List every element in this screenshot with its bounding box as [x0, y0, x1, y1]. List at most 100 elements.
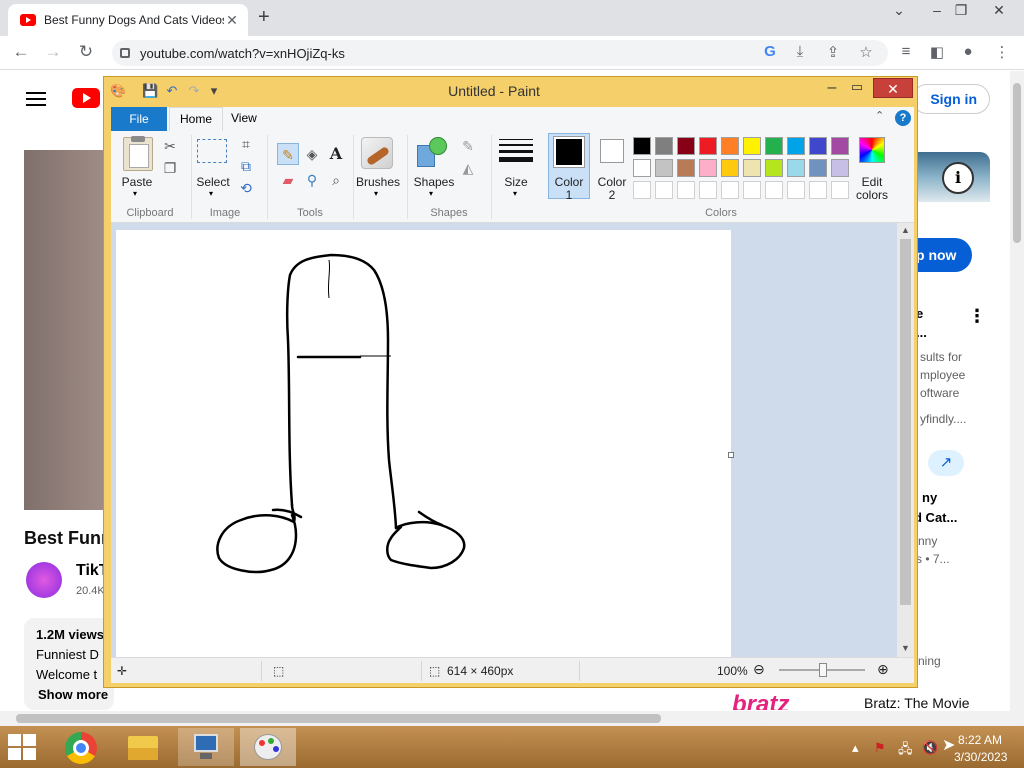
- video-player[interactable]: [24, 150, 104, 510]
- canvas-vertical-scrollbar[interactable]: ▲ ▼: [897, 223, 914, 657]
- palette-swatch[interactable]: [743, 159, 761, 177]
- brushes-icon[interactable]: [361, 137, 393, 169]
- palette-swatch[interactable]: [721, 137, 739, 155]
- drawing-canvas[interactable]: [116, 230, 731, 657]
- youtube-logo-icon[interactable]: [72, 88, 100, 108]
- zoom-out-icon[interactable]: ⊖: [753, 661, 765, 678]
- palette-swatch[interactable]: [655, 159, 673, 177]
- shapes-icon[interactable]: [417, 137, 449, 169]
- zoom-slider-thumb[interactable]: [819, 663, 827, 677]
- paste-dropdown-icon[interactable]: ▾: [133, 189, 137, 198]
- palette-swatch[interactable]: [831, 159, 849, 177]
- paste-button[interactable]: Paste: [115, 175, 159, 189]
- palette-swatch[interactable]: [699, 137, 717, 155]
- hamburger-menu-icon[interactable]: [26, 88, 46, 110]
- recommended-title[interactable]: Bratz: The Movie: [864, 695, 970, 711]
- palette-swatch[interactable]: [831, 137, 849, 155]
- profile-avatar-icon[interactable]: ●: [958, 43, 978, 60]
- info-icon[interactable]: i: [942, 162, 974, 194]
- palette-swatch[interactable]: [633, 137, 651, 155]
- text-tool-icon[interactable]: A: [325, 143, 347, 165]
- horizontal-scrollbar[interactable]: [0, 711, 1024, 726]
- bookmark-star-icon[interactable]: ☆: [856, 43, 876, 61]
- resize-icon[interactable]: ⧉: [235, 155, 257, 177]
- palette-swatch[interactable]: [809, 137, 827, 155]
- palette-swatch[interactable]: [765, 159, 783, 177]
- eraser-icon[interactable]: ▰: [277, 169, 299, 191]
- home-tab[interactable]: Home: [169, 107, 223, 131]
- google-lens-icon[interactable]: G: [760, 43, 780, 60]
- edit-colors-icon[interactable]: [859, 137, 885, 163]
- window-close-icon[interactable]: ✕: [984, 2, 1014, 19]
- tab-close-icon[interactable]: ✕: [224, 12, 240, 29]
- canvas-workspace[interactable]: ▲ ▼: [111, 223, 914, 657]
- outline-icon[interactable]: ✎: [457, 135, 479, 157]
- color-picker-icon[interactable]: ⚲: [301, 169, 323, 191]
- edit-colors-button[interactable]: Edit: [849, 175, 895, 189]
- view-tab[interactable]: View: [231, 111, 257, 125]
- canvas-resize-handle[interactable]: [728, 452, 734, 458]
- palette-swatch[interactable]: [787, 159, 805, 177]
- fill-icon[interactable]: ◭: [457, 157, 479, 179]
- rotate-icon[interactable]: ⟲: [235, 177, 257, 199]
- palette-swatch[interactable]: [743, 137, 761, 155]
- color1-swatch[interactable]: [553, 136, 585, 168]
- brushes-dropdown-icon[interactable]: ▾: [374, 189, 378, 198]
- window-restore-icon[interactable]: ❐: [946, 2, 976, 19]
- size-icon[interactable]: [499, 139, 533, 162]
- recommended-title[interactable]: d Cat...: [914, 510, 957, 525]
- forward-arrow-icon[interactable]: →: [42, 42, 64, 62]
- magnifier-icon[interactable]: ⌕: [325, 169, 347, 191]
- share-icon[interactable]: ⇪: [823, 43, 843, 61]
- palette-swatch[interactable]: [765, 137, 783, 155]
- size-dropdown-icon[interactable]: ▾: [513, 189, 517, 198]
- crop-icon[interactable]: ⌗: [235, 133, 257, 155]
- tab-search-chevron-down-icon[interactable]: ⌄: [884, 2, 914, 19]
- scroll-down-icon[interactable]: ▼: [899, 643, 912, 653]
- install-download-icon[interactable]: ⤓: [790, 43, 810, 60]
- palette-swatch[interactable]: [655, 137, 673, 155]
- windows-start-icon[interactable]: [8, 734, 38, 760]
- chrome-taskbar-icon[interactable]: [54, 728, 110, 766]
- palette-swatch[interactable]: [787, 137, 805, 155]
- reload-icon[interactable]: ↻: [75, 42, 97, 62]
- shapes-button[interactable]: Shapes: [409, 175, 459, 189]
- new-tab-button[interactable]: +: [258, 6, 270, 29]
- media-controls-icon[interactable]: ≡: [896, 43, 916, 60]
- palette-swatch[interactable]: [633, 159, 651, 177]
- custom-color-slot[interactable]: [699, 181, 717, 199]
- network-icon[interactable]: 🖧: [898, 740, 913, 762]
- custom-color-slot[interactable]: [787, 181, 805, 199]
- paint-taskbar-icon[interactable]: [240, 728, 296, 766]
- file-tab[interactable]: File: [111, 107, 167, 131]
- recommended-thumbnail[interactable]: bratz: [732, 692, 822, 710]
- file-explorer-taskbar-icon[interactable]: [116, 728, 172, 766]
- sign-in-button[interactable]: Sign in: [912, 84, 990, 114]
- shapes-dropdown-icon[interactable]: ▾: [429, 189, 433, 198]
- paint-maximize-icon[interactable]: ▭: [844, 79, 870, 95]
- paste-icon[interactable]: [123, 136, 153, 171]
- url-text[interactable]: youtube.com/watch?v=xnHOjiZq-ks: [140, 46, 345, 61]
- side-panel-icon[interactable]: ◧: [927, 43, 947, 61]
- custom-color-slot[interactable]: [655, 181, 673, 199]
- show-more-link[interactable]: Show more: [38, 687, 108, 702]
- custom-color-slot[interactable]: [765, 181, 783, 199]
- fill-bucket-icon[interactable]: ◈: [301, 143, 323, 165]
- palette-swatch[interactable]: [699, 159, 717, 177]
- color2-swatch[interactable]: [600, 139, 624, 163]
- size-button[interactable]: Size: [493, 175, 539, 189]
- brushes-button[interactable]: Brushes: [353, 175, 403, 189]
- custom-color-slot[interactable]: [831, 181, 849, 199]
- custom-color-slot[interactable]: [633, 181, 651, 199]
- palette-swatch[interactable]: [677, 159, 695, 177]
- taskbar-time[interactable]: 8:22 AM: [958, 733, 1002, 747]
- paint-close-icon[interactable]: ✕: [873, 78, 913, 98]
- shop-now-button[interactable]: p now: [910, 238, 972, 272]
- palette-swatch[interactable]: [677, 137, 695, 155]
- action-center-flag-icon[interactable]: ⚑: [874, 740, 886, 756]
- custom-color-slot[interactable]: [721, 181, 739, 199]
- palette-swatch[interactable]: [721, 159, 739, 177]
- back-arrow-icon[interactable]: ←: [10, 42, 32, 62]
- pencil-icon[interactable]: ✎: [277, 143, 299, 165]
- edit-colors-button-line2[interactable]: colors: [849, 188, 895, 202]
